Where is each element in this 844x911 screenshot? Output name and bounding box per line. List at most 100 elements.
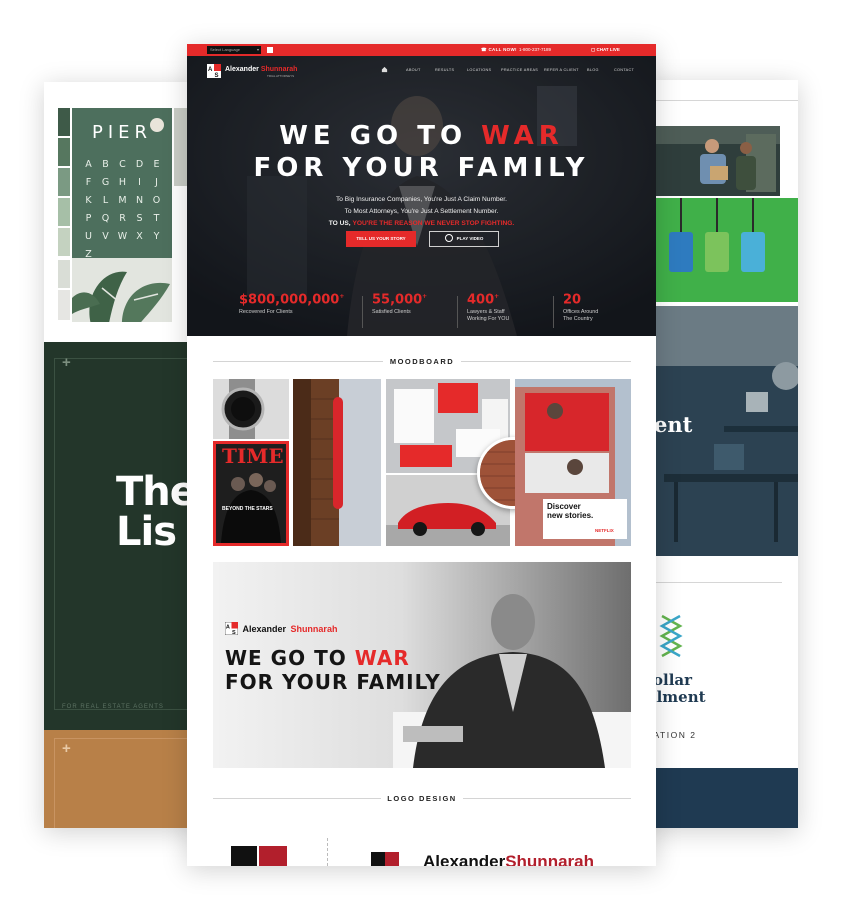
home-icon[interactable] (381, 66, 388, 73)
alphabet-letter: I (138, 177, 141, 188)
logo-preview-row: AlexanderShunnarah (187, 834, 656, 866)
nav-item-refer-a-client[interactable]: REFER A CLIENT (544, 68, 579, 72)
nav-item-contact[interactable]: CONTACT (614, 68, 634, 72)
nav-item-practice-areas[interactable]: PRACTICE AREAS (501, 68, 538, 72)
hero-subtext: To Big Insurance Companies, You're Just … (187, 194, 656, 230)
alphabet-letter: V (102, 231, 109, 242)
play-video-label: PLAY VIDEO (456, 236, 484, 241)
banner-brand-first: Alexander (242, 623, 286, 634)
stat-number: 20 (563, 290, 598, 307)
utility-bar: Select Language ▾ ☎ CALL NOW! 1-800-237-… (187, 44, 656, 56)
brand-banner: A S Alexander Shunnarah WE GO TO WAR FOR… (213, 562, 631, 768)
stat-label: Recovered For Clients (239, 309, 293, 316)
plus-icon: + (62, 740, 71, 757)
logo-mark-red (259, 846, 287, 866)
tan-frame (54, 738, 204, 828)
phone-number[interactable]: 1-800-237-7189 (519, 47, 551, 52)
alphabet-letter: C (119, 159, 126, 170)
alphabet-letter: F (85, 177, 92, 188)
call-now-link[interactable]: ☎ CALL NOW! (481, 47, 517, 53)
stat-value: 20 (563, 292, 582, 308)
brand-logo-icon: A S (224, 621, 239, 636)
watch-image (213, 379, 289, 439)
tell-story-button[interactable]: TELL US YOUR STORY (346, 231, 416, 247)
billboard-panel: Discover new stories. NETFLIX (543, 499, 627, 539)
moodboard-title: MOODBOARD (389, 357, 455, 366)
chat-live-label: CHAT LIVE (596, 47, 620, 52)
section-divider (463, 798, 631, 799)
logo-wordmark: AlexanderShunnarah (423, 852, 594, 866)
banner-brand-last: Shunnarah (290, 623, 338, 634)
pier-alphabet: A B C D EF G H I JK L M N OP Q R S TU V W X YZ (80, 156, 172, 264)
alphabet-letter: Q (101, 213, 110, 224)
brand-name[interactable]: Alexander Shunnarah (225, 66, 297, 73)
pier-badge (150, 118, 164, 132)
billboard-photo: Discover new stories. NETFLIX (515, 379, 631, 546)
play-video-button[interactable]: PLAY VIDEO (429, 231, 499, 247)
stat-divider (553, 296, 554, 328)
alphabet-letter: M (118, 195, 127, 206)
svg-text:S: S (215, 73, 219, 78)
time-coverline: BEYOND THE STARS (222, 506, 273, 512)
agents-caption: FOR REAL ESTATE AGENTS (62, 704, 164, 710)
stat-label-2: The Country (563, 316, 593, 323)
stat-item: 55,000+ Satisfied Clients (372, 290, 427, 316)
tan-cover: + (44, 730, 204, 828)
stat-number: $800,000,000+ (239, 290, 344, 307)
billboard-copy: Discover new stories. (547, 502, 593, 520)
signage-photo (293, 379, 381, 546)
alphabet-letter: S (136, 213, 143, 224)
nav-item-about[interactable]: ABOUT (406, 68, 421, 72)
billboard-line-2: new stories. (547, 511, 594, 520)
alphabet-letter: J (155, 177, 158, 188)
nav-item-results[interactable]: RESULTS (435, 68, 454, 72)
team-photo (654, 126, 780, 196)
color-swatch (58, 168, 70, 196)
netflix-logo: NETFLIX (595, 528, 614, 533)
stat-value: 55,000 (372, 292, 423, 308)
svg-text:S: S (232, 630, 236, 635)
subtext-pre: TO US, (328, 220, 351, 227)
right-project-card[interactable]: ent Dollar fillment RIATION 2 (640, 80, 798, 828)
stat-item: $800,000,000+ Recovered For Clients (239, 290, 344, 316)
nav-item-blog[interactable]: BLOG (587, 68, 599, 72)
stat-suffix: + (339, 293, 345, 300)
nav-item-locations[interactable]: LOCATIONS (467, 68, 491, 72)
office-photo: ent (654, 306, 798, 556)
cover-headline: The Lis (116, 472, 197, 555)
stat-label-2: Working For YOU (467, 316, 510, 323)
time-magazine-cover: TIME BEYOND THE STARS (213, 441, 289, 546)
color-swatch (58, 228, 70, 256)
stat-number: 55,000+ (372, 290, 427, 307)
stat-number: 400+ (467, 290, 509, 307)
chevron-down-icon: ▾ (256, 47, 259, 52)
chat-live-button[interactable]: ▢ CHAT LIVE (591, 47, 620, 53)
brand-logo-icon[interactable]: A S (207, 64, 221, 78)
lanyard (680, 198, 682, 234)
alphabet-letter: R (119, 213, 126, 224)
stat-item: 20 Offices Around The Country (563, 290, 598, 323)
alphabet-letter: K (85, 195, 92, 206)
top-rule (654, 100, 798, 101)
section-divider (461, 361, 631, 362)
logo-wordmark-last: Shunnarah (505, 852, 594, 866)
monstera-leaf-image (72, 258, 172, 322)
alphabet-letter: B (102, 159, 109, 170)
logo-mark-black (231, 846, 257, 866)
alphabet-letter: E (153, 159, 160, 170)
alphabet-letter: N (135, 195, 144, 206)
language-select-label: Select Language (210, 47, 241, 52)
logo-mark-small (371, 852, 385, 866)
main-nav: A S Alexander Shunnarah TRIAL ATTORNEYS … (187, 56, 656, 86)
listing-cover: + The Lis FOR REAL ESTATE AGENTS (44, 342, 204, 732)
stat-value: $800,000,000 (239, 292, 340, 308)
language-select[interactable]: Select Language ▾ (207, 46, 261, 54)
alphabet-letter: T (153, 213, 160, 224)
shunnarah-project-card[interactable]: Select Language ▾ ☎ CALL NOW! 1-800-237-… (187, 44, 656, 866)
stat-label: Lawyers & Staff (467, 309, 505, 316)
dna-logo-icon (659, 614, 683, 658)
translate-icon[interactable] (267, 47, 273, 53)
color-swatch (58, 108, 70, 136)
headline-line-2: Lis (116, 509, 177, 555)
left-project-card[interactable]: PIER A B C D EF G H I JK L M N OP Q R S TU V W X YZ + The Li… (44, 82, 204, 828)
